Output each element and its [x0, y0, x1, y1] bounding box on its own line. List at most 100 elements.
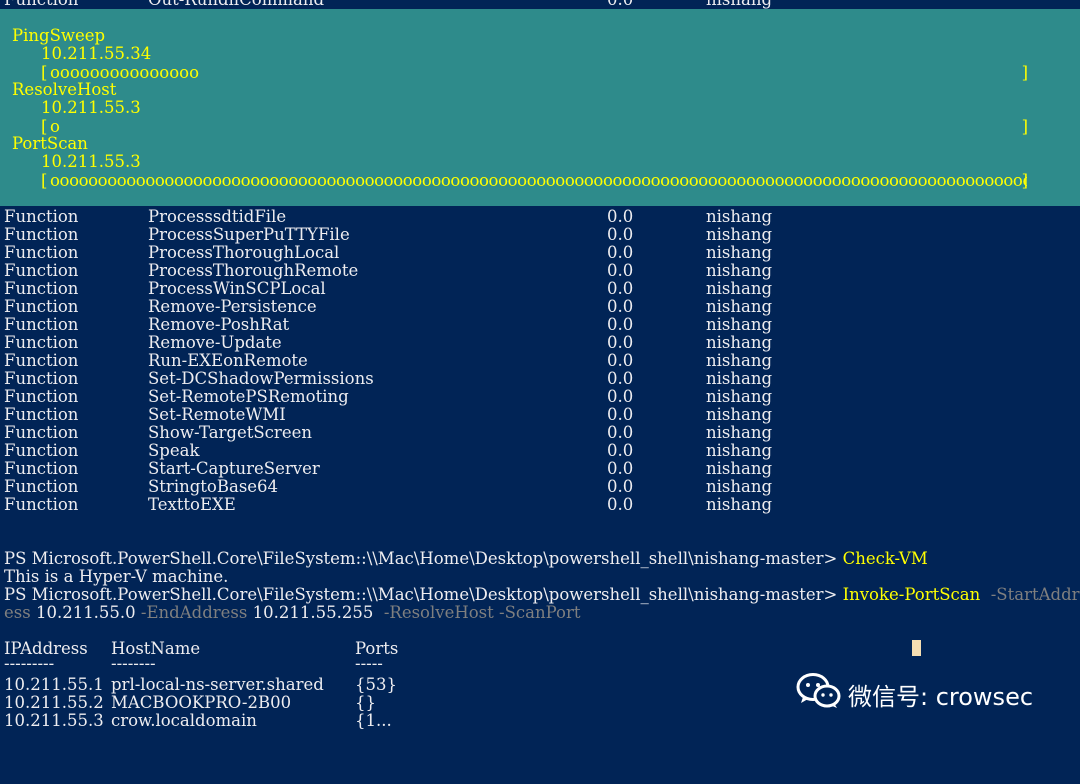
wechat-icon [796, 672, 842, 716]
function-name: ProcessThoroughRemote [148, 261, 359, 280]
function-type: Function [4, 459, 79, 478]
function-name: Remove-Update [148, 333, 282, 352]
progress-bar: [ ooooooooooooooo ] [41, 63, 1028, 82]
progress-fill: o [50, 117, 60, 136]
function-type: Function [4, 351, 79, 370]
function-name: ProcessWinSCPLocal [148, 279, 326, 298]
progress-fill: ooooooooooooooo [50, 63, 200, 82]
function-source: nishang [706, 333, 773, 352]
function-source: nishang [706, 405, 773, 424]
function-row: Function Start-CaptureServer 0.0 nishang [4, 460, 1080, 478]
progress-status: 10.211.55.3 [41, 98, 141, 117]
function-version: 0.0 [607, 333, 634, 352]
table-header-underline: --------- -------- ----- [4, 654, 383, 673]
function-type: Function [4, 333, 79, 352]
function-row: Function ProcessThoroughLocal 0.0 nishang [4, 244, 1080, 262]
parameter-text: -ResolveHost -ScanPort [373, 603, 581, 622]
function-source: nishang [706, 459, 773, 478]
function-source: nishang [706, 495, 773, 514]
function-type: Function [4, 477, 79, 496]
function-source: nishang [706, 207, 773, 226]
function-name: ProcessSuperPuTTYFile [148, 225, 350, 244]
function-type: Function [4, 207, 79, 226]
prompt-line: PS Microsoft.PowerShell.Core\FileSystem:… [4, 550, 928, 568]
function-name: TexttoEXE [148, 495, 236, 514]
progress-fill: oooooooooooooooooooooooooooooooooooooooo… [50, 171, 1027, 190]
function-source: nishang [706, 477, 773, 496]
progress-activity: PingSweep [12, 26, 106, 45]
parameter-text: -StartAddr [980, 585, 1080, 604]
function-source: nishang [706, 441, 773, 460]
text-cursor [912, 640, 921, 656]
function-version: 0.0 [607, 369, 634, 388]
function-type: Function [4, 495, 79, 514]
prompt-text: PS Microsoft.PowerShell.Core\FileSystem:… [4, 549, 843, 568]
function-version: 0.0 [607, 243, 634, 262]
function-row: Function Remove-Persistence 0.0 nishang [4, 298, 1080, 316]
function-row: Function Remove-Update 0.0 nishang [4, 334, 1080, 352]
function-name: Set-RemotePSRemoting [148, 387, 349, 406]
function-source: nishang [706, 279, 773, 298]
function-version: 0.0 [607, 477, 634, 496]
parameter-text: -EndAddress [135, 603, 253, 622]
function-version: 0.0 [607, 297, 634, 316]
function-type: Function [4, 387, 79, 406]
function-version: 0.0 [607, 351, 634, 370]
function-type: Function [4, 261, 79, 280]
function-source: nishang [706, 225, 773, 244]
function-version: 0.0 [607, 441, 634, 460]
progress-panel: PingSweep 10.211.55.34 [ ooooooooooooooo… [0, 9, 1080, 206]
function-version: 0.0 [607, 279, 634, 298]
function-name: Start-CaptureServer [148, 459, 320, 478]
function-name: Speak [148, 441, 200, 460]
function-type: Function [4, 279, 79, 298]
function-row-top: Function Out-RundllCommand 0.0 nishang [4, 0, 1080, 9]
function-row: Function Set-DCShadowPermissions 0.0 nishan… [4, 370, 1080, 388]
function-type: Function [4, 369, 79, 388]
powershell-window[interactable]: { "top_row": {"type":"Function","name":"… [0, 0, 1080, 743]
progress-activity: PortScan [12, 134, 88, 153]
function-type: Function [4, 315, 79, 334]
function-version: 0.0 [607, 459, 634, 478]
function-type: Function [4, 423, 79, 442]
function-version: 0.0 [607, 315, 634, 334]
command-continuation: ess 10.211.55.0 -EndAddress 10.211.55.25… [4, 604, 580, 622]
watermark-text: 微信号: crowsec [848, 682, 1034, 711]
function-version: 0.0 [607, 405, 634, 424]
function-row: Function Speak 0.0 nishang [4, 442, 1080, 460]
function-name: Run-EXEonRemote [148, 351, 308, 370]
function-row: Function StringtoBase64 0.0 nishang [4, 478, 1080, 496]
function-name: ProcessThoroughLocal [148, 243, 340, 262]
function-name: Set-DCShadowPermissions [148, 369, 374, 388]
function-type: Function [4, 243, 79, 262]
function-version: 0.0 [607, 423, 634, 442]
function-name: Show-TargetScreen [148, 423, 312, 442]
function-source: nishang [706, 423, 773, 442]
command-text: Invoke-PortScan [842, 585, 981, 604]
function-row: Function Remove-PoshRat 0.0 nishang [4, 316, 1080, 334]
command-text: Check-VM [842, 549, 928, 568]
function-version: 0.0 [607, 387, 634, 406]
prompt-text: PS Microsoft.PowerShell.Core\FileSystem:… [4, 585, 843, 604]
function-source: nishang [706, 261, 773, 280]
function-row: Function Run-EXEonRemote 0.0 nishang [4, 352, 1080, 370]
function-source: nishang [706, 387, 773, 406]
function-source: nishang [706, 297, 773, 316]
function-row: Function Set-RemotePSRemoting 0.0 nishang [4, 388, 1080, 406]
progress-bar: [ o ] [41, 117, 1028, 136]
function-row: Function TexttoEXE 0.0 nishang [4, 496, 1080, 514]
function-row: Function ProcessSuperPuTTYFile 0.0 nishang [4, 226, 1080, 244]
progress-status: 10.211.55.34 [41, 44, 152, 63]
function-type: Function [4, 225, 79, 244]
function-name: Remove-PoshRat [148, 315, 290, 334]
function-source: nishang [706, 243, 773, 262]
function-version: 0.0 [607, 207, 634, 226]
watermark: 微信号: crowsec [796, 672, 1033, 716]
function-name: Remove-Persistence [148, 297, 317, 316]
function-type: Function [4, 405, 79, 424]
function-row: Function Show-TargetScreen 0.0 nishang [4, 424, 1080, 442]
function-row: Function ProcesssdtidFile 0.0 nishang [4, 208, 1080, 226]
function-row: Function Set-RemoteWMI 0.0 nishang [4, 406, 1080, 424]
function-row: Function ProcessWinSCPLocal 0.0 nishang [4, 280, 1080, 298]
parameter-text: ess [4, 603, 36, 622]
